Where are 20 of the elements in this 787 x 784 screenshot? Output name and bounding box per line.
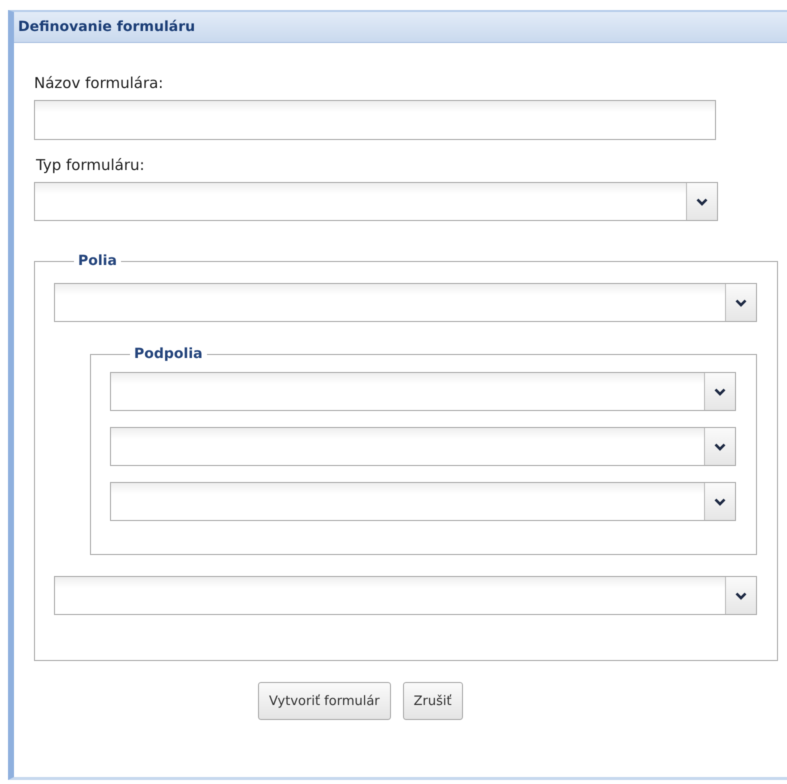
dropdown-field[interactable] — [54, 576, 757, 615]
input-field[interactable] — [34, 100, 716, 140]
dropdown-field[interactable] — [54, 283, 757, 322]
field-label: Názov formulára: — [34, 74, 164, 92]
chevron-down-icon — [714, 442, 726, 450]
chevron-down-icon — [696, 198, 708, 206]
field-label: Typ formuláru: — [36, 156, 145, 174]
chevron-down-icon — [714, 498, 726, 506]
fieldset-legend: Podpolia — [130, 346, 207, 362]
chevron-down-icon — [735, 592, 747, 600]
dropdown-field[interactable] — [34, 182, 718, 221]
dropdown-field[interactable] — [110, 482, 736, 521]
chevron-down-icon — [735, 298, 747, 306]
fieldset-legend: Polia — [74, 253, 121, 269]
dialog-button[interactable]: Vytvoriť formulár — [258, 682, 391, 720]
dropdown-field[interactable] — [110, 372, 736, 411]
chevron-down-icon — [714, 388, 726, 396]
window-title: Definovanie formuláru — [18, 19, 196, 35]
dialog-button[interactable]: Zrušiť — [402, 682, 463, 720]
dropdown-field[interactable] — [110, 427, 736, 466]
